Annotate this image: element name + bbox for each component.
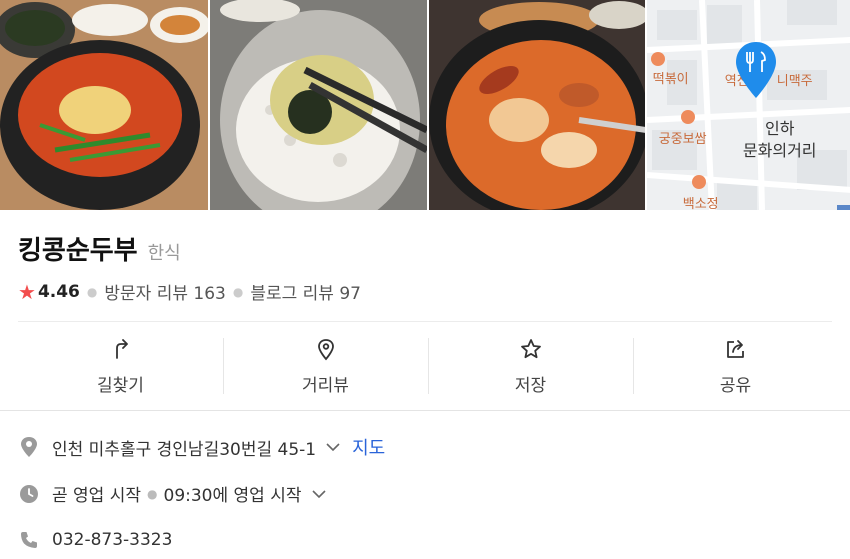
place-name: 킹콩순두부 xyxy=(18,236,138,266)
street-view-button[interactable]: 거리뷰 xyxy=(223,322,428,410)
photo-stew-closeup[interactable] xyxy=(428,0,645,210)
section-divider xyxy=(0,410,850,411)
star-outline-icon xyxy=(520,338,541,358)
hours-row: 곧 영업 시작 ● 09:30에 영업 시작 xyxy=(18,481,328,506)
map-link[interactable]: 지도 xyxy=(352,434,385,460)
photo-strip[interactable]: 떡볶이 궁중보쌈 백소정 역전 니맥주 인하 문화의거리 xyxy=(0,0,850,210)
share-icon xyxy=(726,339,744,358)
chevron-down-icon[interactable] xyxy=(310,485,328,503)
photo-rice[interactable] xyxy=(210,0,427,210)
place-header: 킹콩순두부 한식 ★ 4.46 ● 방문자 리뷰 163 ● 블로그 리뷰 97 xyxy=(18,230,361,304)
rating-value: 4.46 xyxy=(37,281,80,302)
map-background xyxy=(646,0,850,210)
phone-row: 032-873-3323 xyxy=(18,529,172,551)
phone-icon xyxy=(18,529,40,551)
photo-stew[interactable] xyxy=(0,0,209,210)
address-row: 인천 미추홀구 경인남길30번길 45-1 지도 xyxy=(18,434,385,460)
separator-dot: ● xyxy=(232,284,244,299)
separator-dot: ● xyxy=(86,284,98,299)
directions-icon xyxy=(115,338,128,359)
map-thumbnail[interactable]: 떡볶이 궁중보쌈 백소정 역전 니맥주 인하 문화의거리 xyxy=(646,0,850,210)
map-poi-label: 궁중보쌈 xyxy=(658,132,707,147)
map-pin-icon[interactable] xyxy=(733,40,779,104)
separator-dot: ● xyxy=(147,486,158,501)
address-text[interactable]: 인천 미추홀구 경인남길30번길 45-1 xyxy=(52,435,316,460)
restaurant-poi-icon xyxy=(691,175,706,189)
restaurant-poi-icon xyxy=(680,110,695,124)
rating-star-icon: ★ xyxy=(18,279,36,304)
phone-number[interactable]: 032-873-3323 xyxy=(52,530,172,550)
map-area-label: 인하 문화의거리 xyxy=(742,119,817,160)
blog-reviews-link[interactable]: 블로그 리뷰 97 xyxy=(250,279,361,304)
map-poi-label: 니맥주 xyxy=(776,74,813,89)
hours-detail[interactable]: 09:30에 영업 시작 xyxy=(164,481,302,506)
save-button[interactable]: 저장 xyxy=(428,322,633,410)
map-poi-label: 떡볶이 xyxy=(652,72,689,87)
street-view-icon xyxy=(317,338,334,360)
location-pin-icon xyxy=(18,436,40,458)
action-bar: 길찾기 거리뷰 저장 공유 xyxy=(18,322,838,410)
share-button[interactable]: 공유 xyxy=(633,322,838,410)
visitor-reviews-link[interactable]: 방문자 리뷰 163 xyxy=(104,279,225,304)
hours-status: 곧 영업 시작 xyxy=(52,486,142,506)
directions-button[interactable]: 길찾기 xyxy=(18,322,223,410)
map-poi-label: 백소정 xyxy=(682,197,719,210)
clock-icon xyxy=(18,483,40,505)
restaurant-poi-icon xyxy=(650,52,665,66)
chevron-down-icon[interactable] xyxy=(324,438,342,456)
place-category: 한식 xyxy=(147,243,181,264)
